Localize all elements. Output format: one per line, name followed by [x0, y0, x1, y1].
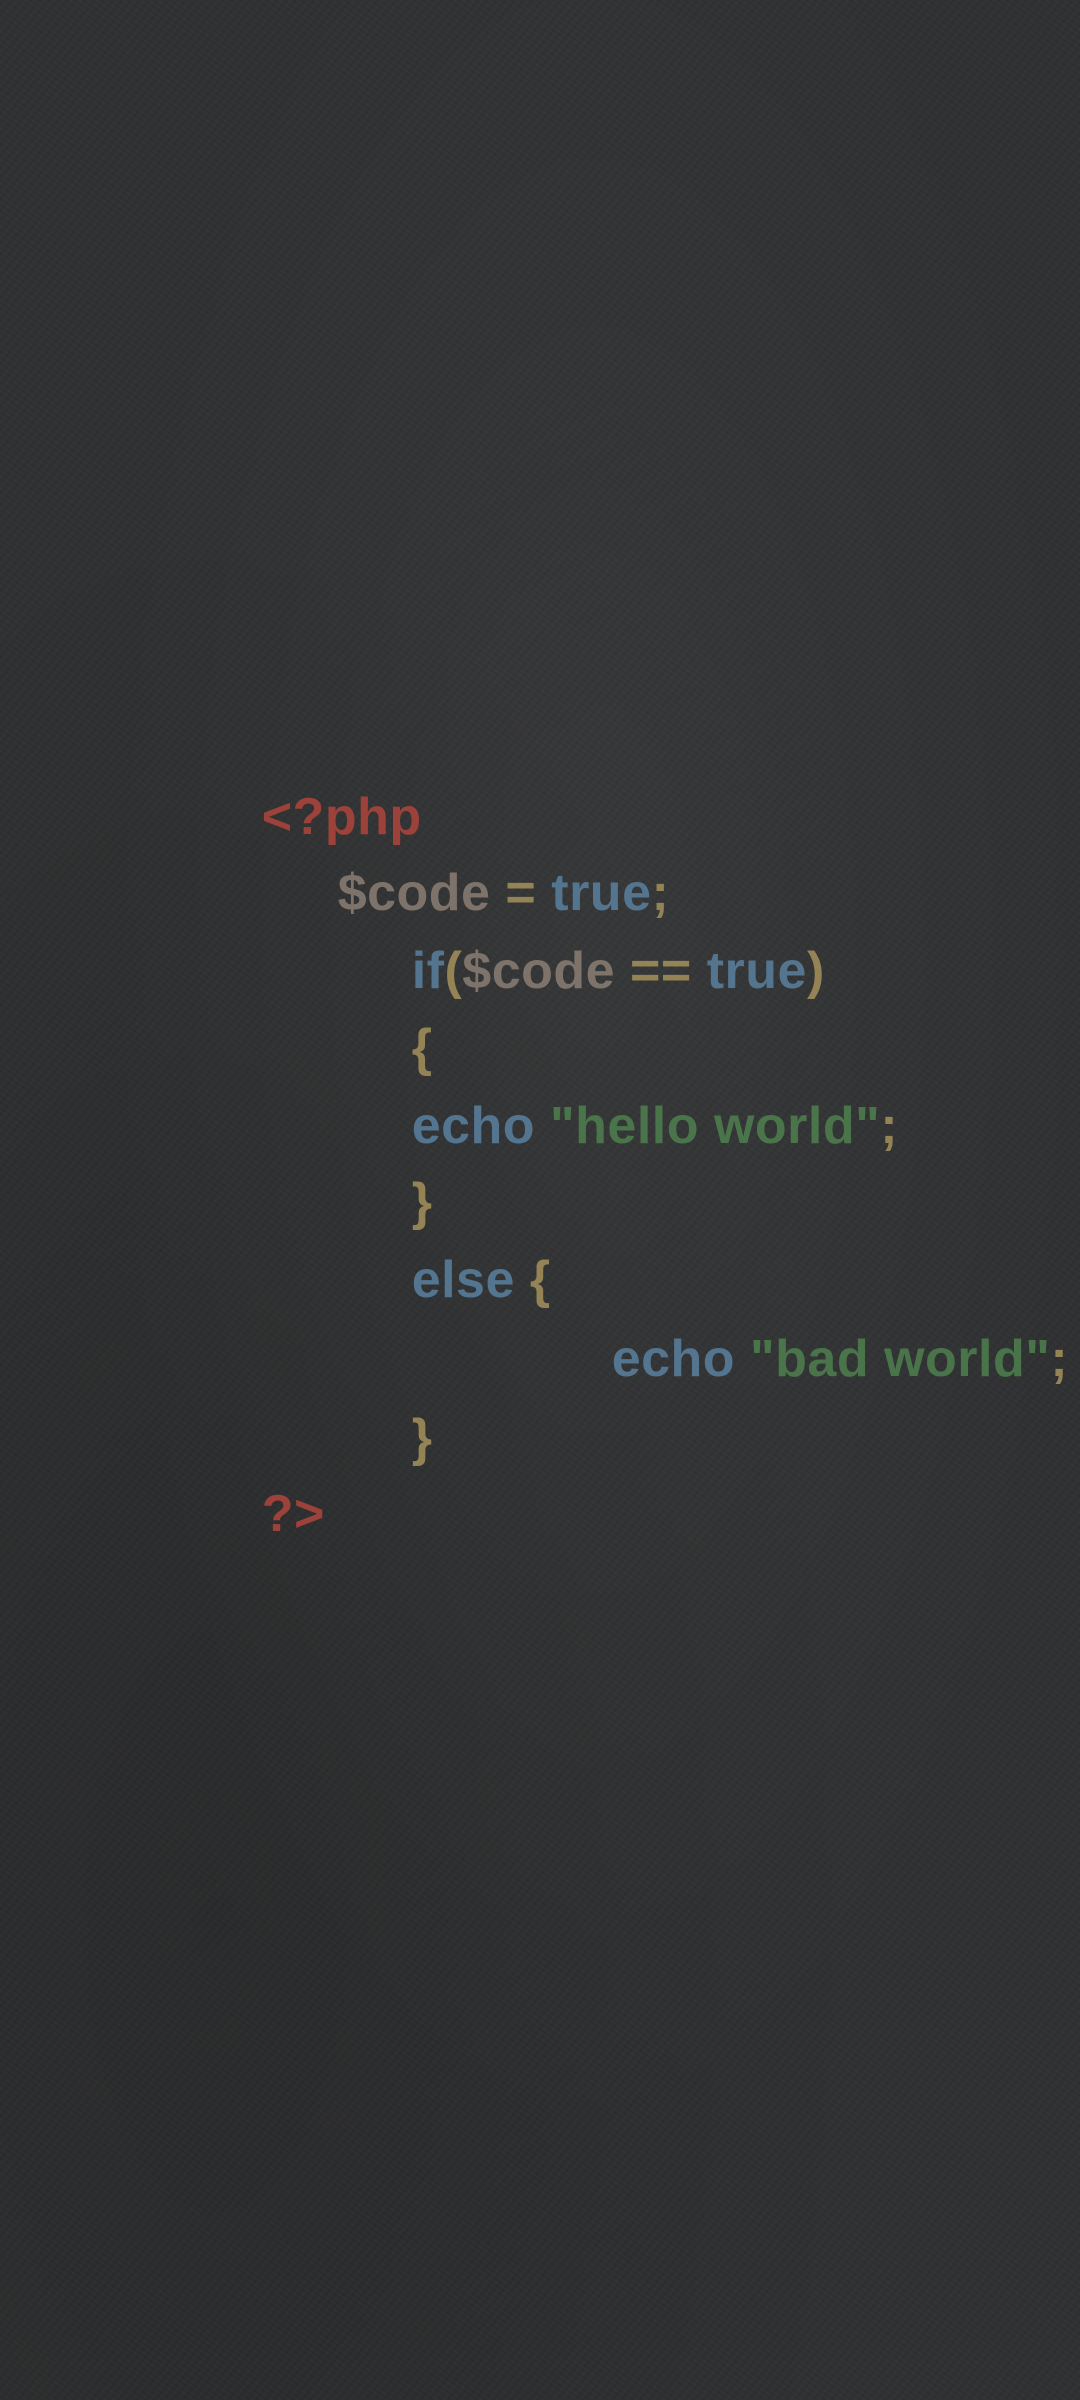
- semicolon-token: ;: [880, 1097, 899, 1155]
- string-literal: "bad world": [750, 1330, 1051, 1388]
- code-wallpaper: <?php $code = true; if($code == true) { …: [0, 0, 1080, 2400]
- code-line-final-brace: }: [322, 1348, 432, 1528]
- echo-keyword: echo: [611, 1330, 751, 1388]
- close-brace: }: [411, 1409, 433, 1467]
- paren-open: (: [444, 942, 463, 1000]
- string-literal: "hello world": [550, 1097, 881, 1155]
- code-line-else: else {: [322, 1190, 551, 1370]
- semicolon-token: ;: [1050, 1330, 1069, 1388]
- else-keyword: else: [411, 1251, 530, 1309]
- boolean-token: true: [706, 942, 807, 1000]
- php-close-tag: ?>: [261, 1485, 325, 1543]
- variable-token: $code: [462, 942, 616, 1000]
- code-line-close-tag: ?>: [172, 1424, 325, 1604]
- equality-operator: ==: [615, 942, 707, 1000]
- code-line-echo-bad: echo "bad world";: [522, 1269, 1068, 1449]
- paren-close: ): [806, 942, 825, 1000]
- php-code-snippet: <?php $code = true; if($code == true) { …: [0, 0, 1080, 2400]
